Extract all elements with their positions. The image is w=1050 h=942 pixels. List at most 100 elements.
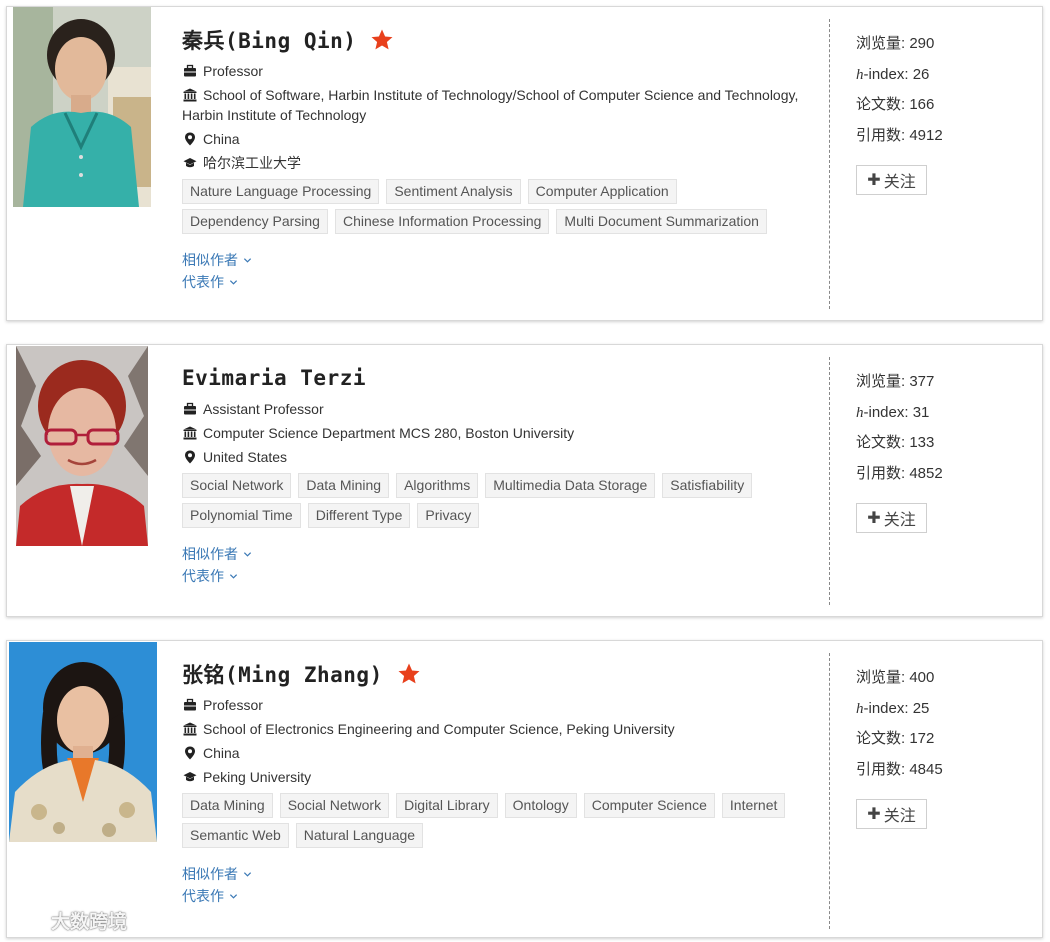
interest-tag[interactable]: Nature Language Processing [182, 179, 380, 204]
citations-label: 引用数: [856, 127, 906, 145]
scholar-card: Evimaria Terzi Assistant Professor Compu… [6, 344, 1043, 617]
similar-authors-toggle[interactable]: 相似作者 [182, 543, 822, 565]
interest-tag[interactable]: Algorithms [396, 473, 479, 498]
views-label: 浏览量: [856, 35, 906, 52]
similar-authors-toggle[interactable]: 相似作者 [182, 249, 822, 271]
views-value: 290 [909, 35, 935, 52]
representative-works-toggle[interactable]: 代表作 [182, 565, 822, 587]
position-line: Professor [182, 695, 822, 715]
interest-tag[interactable]: Computer Science [583, 793, 715, 818]
scholar-photo[interactable] [16, 346, 148, 546]
interest-tag[interactable]: Privacy [417, 503, 480, 528]
papers-label: 论文数: [856, 96, 906, 114]
interest-tag[interactable]: Semantic Web [182, 823, 289, 848]
hindex-label: -index: [863, 65, 909, 83]
tag-list: Data Mining Social Network Digital Libra… [182, 793, 822, 853]
star-icon[interactable] [370, 28, 394, 52]
education-line: Peking University [182, 767, 822, 787]
representative-works-label: 代表作 [182, 568, 224, 584]
interest-tag[interactable]: Data Mining [182, 793, 273, 818]
location-line: China [182, 743, 822, 763]
scholar-photo[interactable] [13, 7, 151, 207]
hindex-value: 31 [912, 403, 930, 421]
interest-tag[interactable]: Data Mining [298, 473, 390, 498]
scholar-card: 张铭(Ming Zhang) Professor School of Elect… [6, 640, 1043, 938]
interest-tag[interactable]: Polynomial Time [182, 503, 301, 528]
hindex-label: -index: [863, 699, 909, 717]
interest-tag[interactable]: Satisfiability [662, 473, 753, 498]
education-text: Peking University [203, 769, 312, 785]
follow-button[interactable]: ✚ 关注 [856, 502, 927, 533]
hindex-value: 26 [912, 65, 930, 83]
star-icon[interactable] [397, 662, 421, 686]
citations-value: 4845 [909, 761, 943, 779]
graduation-cap-icon [182, 767, 198, 787]
interest-tag[interactable]: Social Network [279, 793, 390, 818]
scholar-name[interactable]: 秦兵(Bing Qin) [182, 25, 356, 55]
interest-tag[interactable]: Ontology [504, 793, 577, 818]
chevron-down-icon [229, 893, 238, 899]
briefcase-icon [182, 695, 198, 715]
follow-button[interactable]: ✚ 关注 [856, 164, 927, 195]
follow-label: 关注 [883, 805, 916, 825]
scholar-name[interactable]: 张铭(Ming Zhang) [182, 659, 383, 689]
affiliation-text: School of Electronics Engineering and Co… [203, 721, 675, 737]
position-line: Professor [182, 61, 822, 81]
representative-works-label: 代表作 [182, 274, 224, 290]
watermark-logo-icon [10, 910, 47, 931]
position-text: Assistant Professor [203, 401, 324, 417]
representative-works-toggle[interactable]: 代表作 [182, 271, 822, 293]
similar-authors-label: 相似作者 [182, 252, 238, 268]
scholar-photo[interactable] [9, 642, 157, 842]
hindex-prefix: h [856, 700, 864, 717]
interest-tag[interactable]: Multi Document Summarization [556, 209, 767, 234]
interest-tag[interactable]: Digital Library [396, 793, 498, 818]
chevron-down-icon [243, 257, 252, 263]
papers-value: 166 [909, 96, 935, 114]
interest-tag[interactable]: Sentiment Analysis [386, 179, 521, 204]
graduation-cap-icon [182, 153, 198, 173]
chevron-down-icon [243, 871, 252, 877]
interest-tag[interactable]: Computer Application [527, 179, 677, 204]
watermark-text: 大数跨境 [51, 911, 128, 933]
interest-tag[interactable]: Natural Language [295, 823, 424, 848]
similar-authors-toggle[interactable]: 相似作者 [182, 863, 822, 885]
plus-icon: ✚ [867, 170, 881, 190]
institution-icon [182, 719, 198, 739]
stats-panel: 浏览量: 377 h-index: 31 论文数: 133 引用数: 4852 … [856, 370, 943, 533]
representative-works-toggle[interactable]: 代表作 [182, 885, 822, 907]
scholar-name[interactable]: Evimaria Terzi [182, 366, 366, 390]
papers-label: 论文数: [856, 730, 906, 748]
interest-tag[interactable]: Dependency Parsing [182, 209, 328, 234]
tag-list: Nature Language Processing Sentiment Ana… [182, 179, 822, 239]
interest-tag[interactable]: Internet [721, 793, 786, 818]
stats-panel: 浏览量: 290 h-index: 26 论文数: 166 引用数: 4912 … [856, 32, 943, 195]
views-value: 400 [909, 669, 935, 686]
hindex-value: 25 [912, 699, 930, 717]
watermark: 大数跨境 [10, 907, 127, 934]
follow-button[interactable]: ✚ 关注 [856, 798, 927, 829]
interest-tag[interactable]: Chinese Information Processing [334, 209, 550, 234]
views-label: 浏览量: [856, 373, 906, 390]
chevron-down-icon [229, 573, 238, 579]
stats-panel: 浏览量: 400 h-index: 25 论文数: 172 引用数: 4845 … [856, 666, 943, 829]
interest-tag[interactable]: Different Type [307, 503, 411, 528]
institution-icon [182, 85, 198, 105]
briefcase-icon [182, 61, 198, 81]
education-text: 哈尔滨工业大学 [203, 155, 301, 171]
interest-tag[interactable]: Social Network [182, 473, 292, 498]
location-text: China [203, 131, 240, 147]
interest-tag[interactable]: Multimedia Data Storage [485, 473, 656, 498]
views-value: 377 [909, 373, 935, 390]
dashed-divider [829, 357, 830, 605]
map-marker-icon [182, 447, 198, 467]
dashed-divider [829, 653, 830, 929]
citations-label: 引用数: [856, 761, 906, 779]
hindex-stat: h-index: 25 [856, 697, 943, 728]
affiliation-line: School of Software, Harbin Institute of … [182, 85, 822, 125]
institution-icon [182, 423, 198, 443]
hindex-prefix: h [856, 66, 864, 83]
briefcase-icon [182, 399, 198, 419]
map-marker-icon [182, 743, 198, 763]
hindex-stat: h-index: 31 [856, 401, 943, 432]
